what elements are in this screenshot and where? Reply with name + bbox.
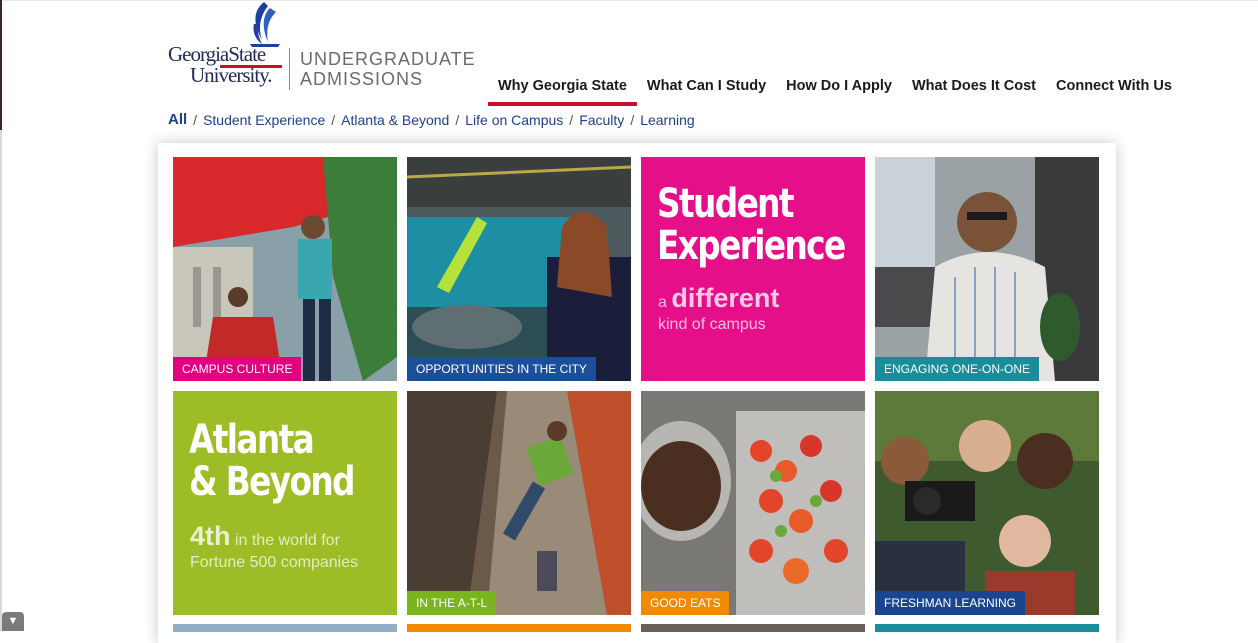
promo-subtitle: a different kind of campus <box>658 283 780 334</box>
flame-logo-icon <box>250 2 280 47</box>
city-street-photo <box>407 391 631 615</box>
tile-label: OPPORTUNITIES IN THE CITY <box>407 357 596 381</box>
filter-all[interactable]: All <box>168 111 187 128</box>
tile-label: GOOD EATS <box>641 591 730 615</box>
tile-atlanta-beyond-promo[interactable]: Atlanta & Beyond 4th in the world for Fo… <box>173 391 397 615</box>
promo-title: Student Experience <box>657 181 846 269</box>
nav-why-georgia-state[interactable]: Why Georgia State <box>488 76 637 106</box>
nav-how-do-i-apply[interactable]: How Do I Apply <box>776 76 902 106</box>
tile-in-the-atl[interactable]: IN THE A-T-L <box>407 391 631 615</box>
gsu-logo[interactable]: GeorgiaState University. UNDERGRADUATE A… <box>168 0 475 100</box>
tile-grid: CAMPUS CULTURE OPPORTUNITIES IN THE CITY… <box>158 143 1116 643</box>
tile-campus-culture[interactable]: CAMPUS CULTURE <box>173 157 397 381</box>
tile-freshman-learning[interactable]: FRESHMAN LEARNING <box>875 391 1099 615</box>
filter-breadcrumb: All / Student Experience / Atlanta & Bey… <box>168 111 695 128</box>
students-camera-photo <box>875 391 1099 615</box>
campus-culture-photo <box>173 157 397 381</box>
window-left-border <box>0 0 2 631</box>
admissions-line2: ADMISSIONS <box>300 69 424 89</box>
tile-engaging-one-on-one[interactable]: ENGAGING ONE-ON-ONE <box>875 157 1099 381</box>
tile-label: CAMPUS CULTURE <box>173 357 302 381</box>
tile-student-experience-promo[interactable]: Student Experience a different kind of c… <box>641 157 865 381</box>
nav-what-can-i-study[interactable]: What Can I Study <box>637 76 776 106</box>
tile-label: FRESHMAN LEARNING <box>875 591 1026 615</box>
nav-connect-with-us[interactable]: Connect With Us <box>1046 76 1182 106</box>
tile-label: IN THE A-T-L <box>407 591 497 615</box>
food-photo <box>641 391 865 615</box>
chevron-down-icon[interactable]: ▼ <box>2 612 24 631</box>
promo-title: Atlanta & Beyond <box>189 417 356 505</box>
wordmark-underline <box>220 65 282 68</box>
admissions-line1: UNDERGRADUATE <box>300 49 476 69</box>
filter-life-on-campus[interactable]: Life on Campus <box>465 112 563 128</box>
filter-learning[interactable]: Learning <box>640 112 695 128</box>
nav-what-does-it-cost[interactable]: What Does It Cost <box>902 76 1046 106</box>
aquarium-photo <box>407 157 631 381</box>
promo-subtitle: 4th in the world for Fortune 500 compani… <box>190 521 359 572</box>
filter-faculty[interactable]: Faculty <box>579 112 624 128</box>
professor-photo <box>875 157 1099 381</box>
admissions-wordmark: UNDERGRADUATE ADMISSIONS <box>300 49 476 89</box>
main-nav: Why Georgia State What Can I Study How D… <box>488 76 1182 106</box>
tile-good-eats[interactable]: GOOD EATS <box>641 391 865 615</box>
university-wordmark: GeorgiaState University. <box>168 44 286 86</box>
tile-label: ENGAGING ONE-ON-ONE <box>875 357 1040 381</box>
tile-opportunities-in-the-city[interactable]: OPPORTUNITIES IN THE CITY <box>407 157 631 381</box>
wordmark-line2: University. <box>190 63 273 87</box>
wordmark-line1: GeorgiaState <box>168 42 266 66</box>
filter-student-experience[interactable]: Student Experience <box>203 112 325 128</box>
logo-divider <box>289 48 290 90</box>
filter-atlanta-beyond[interactable]: Atlanta & Beyond <box>341 112 449 128</box>
